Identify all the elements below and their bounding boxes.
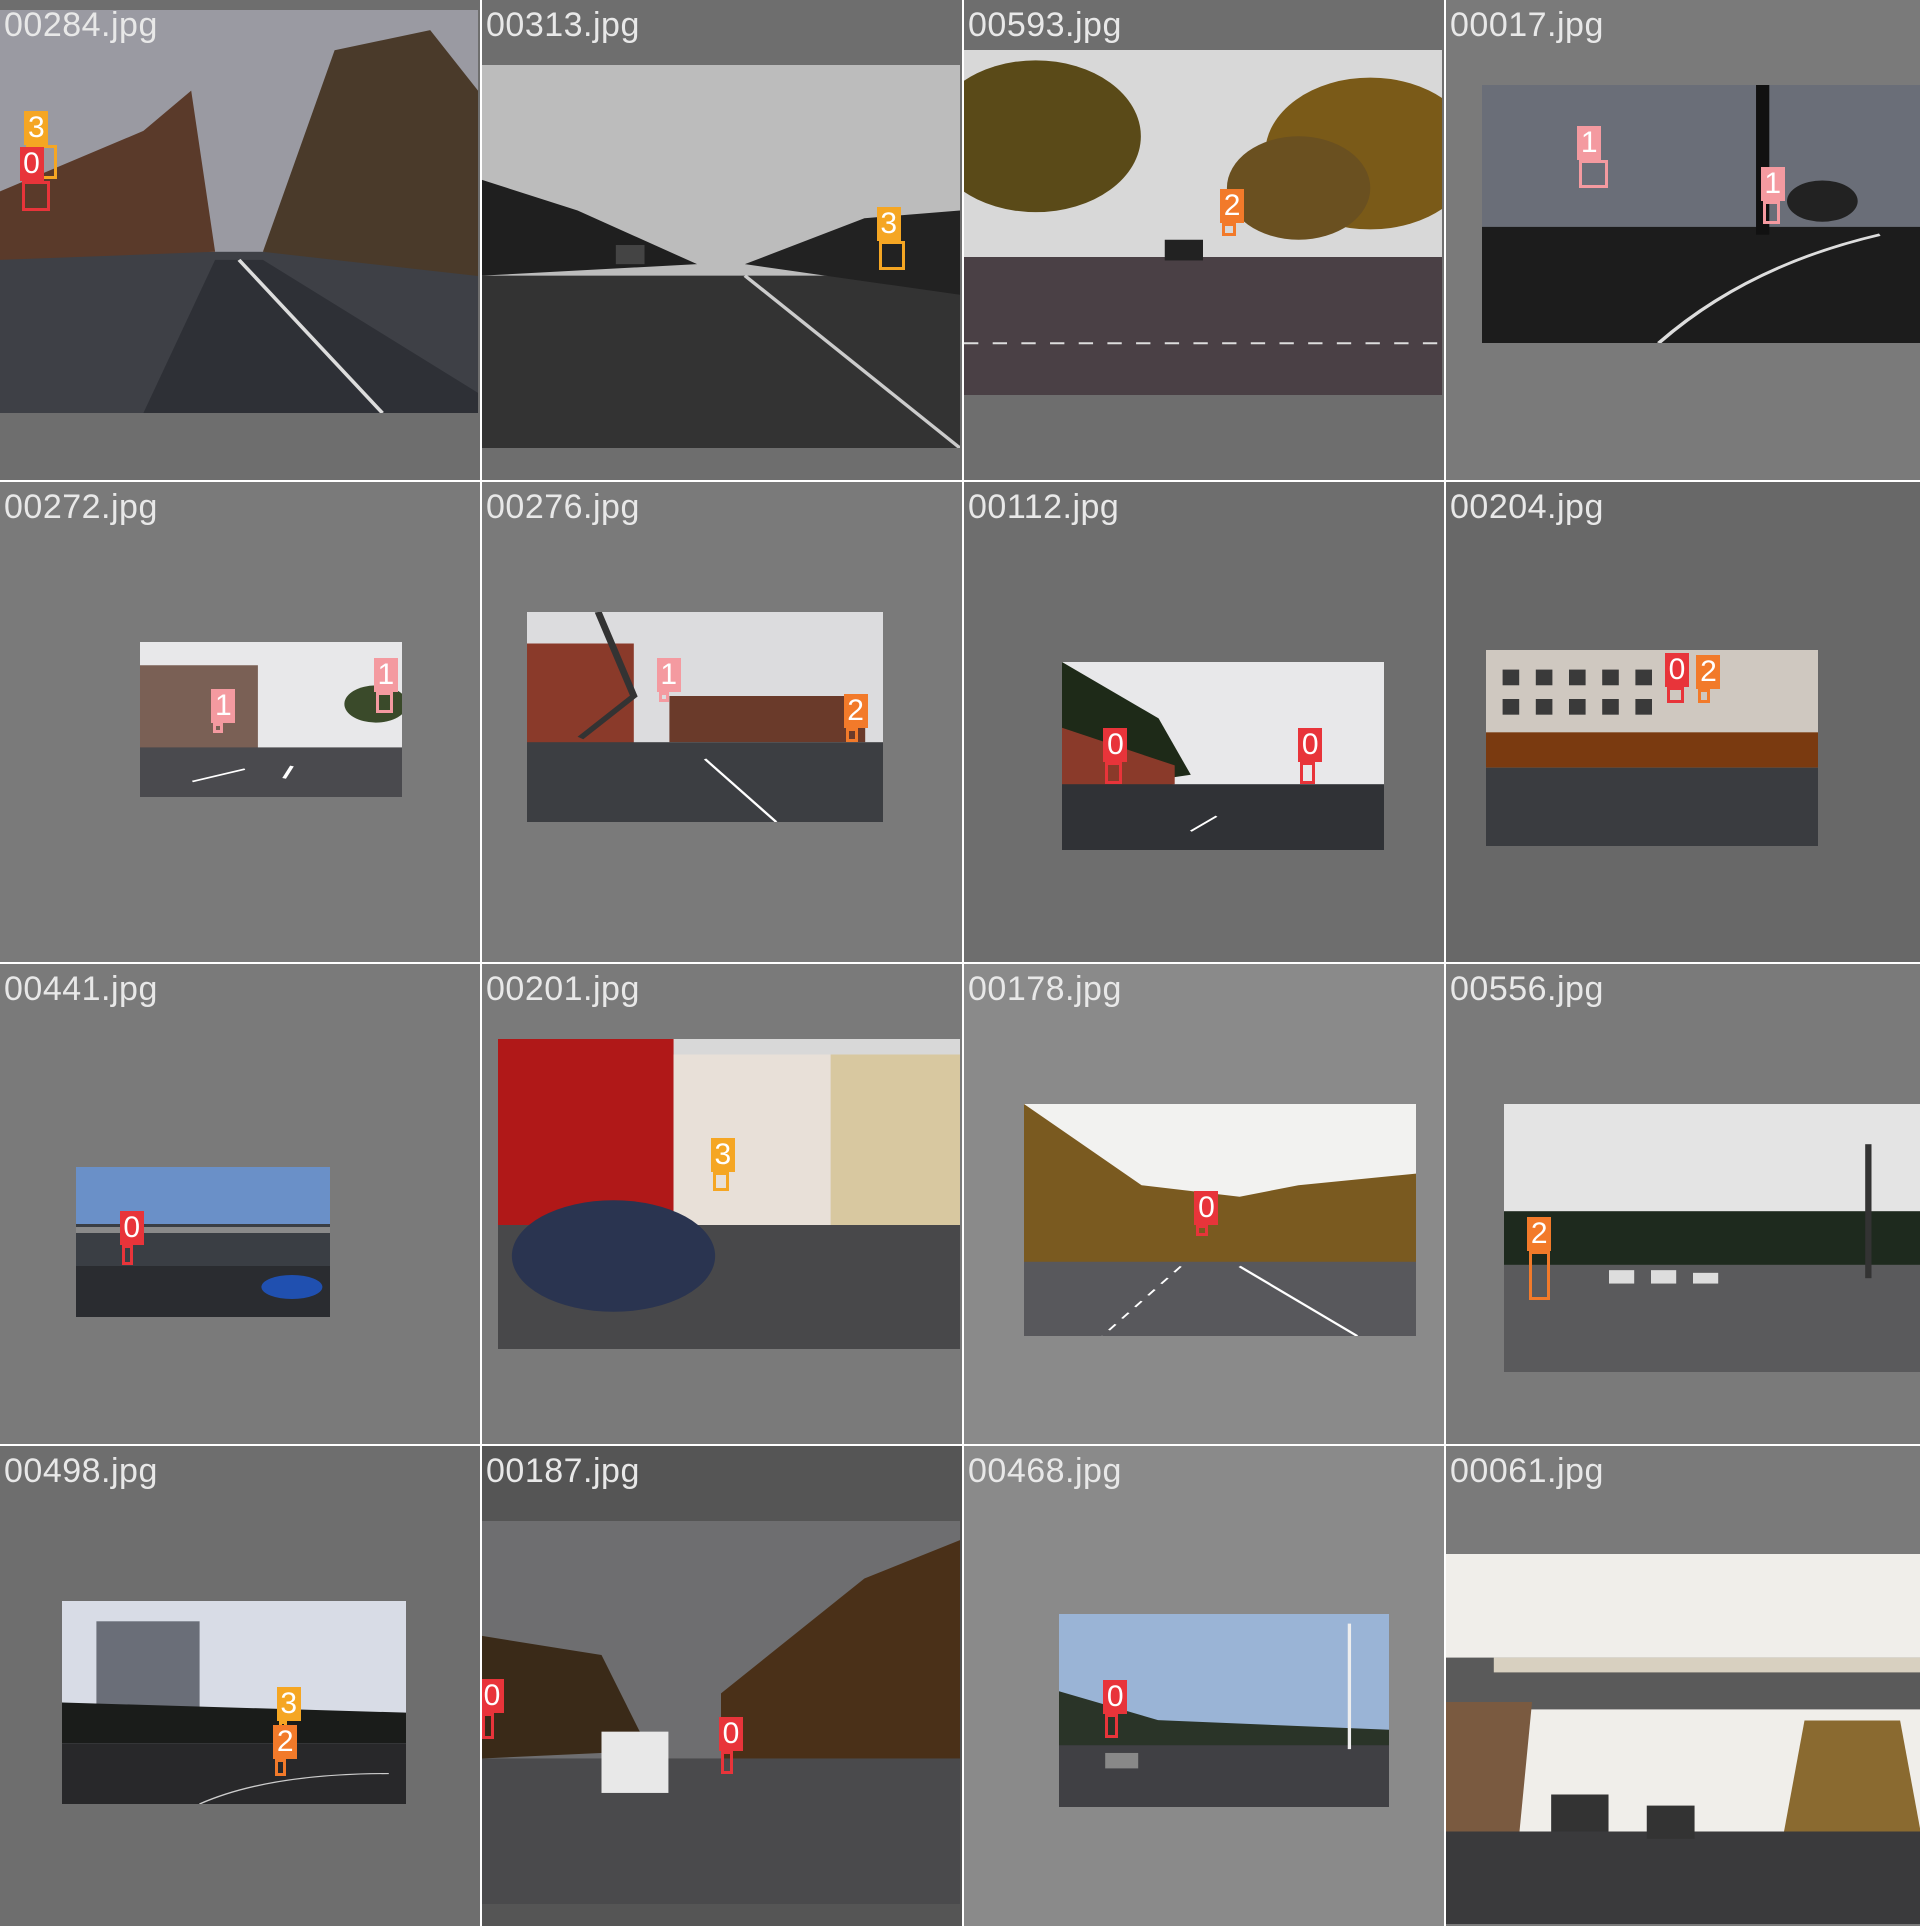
detection-box: 1 <box>211 688 236 734</box>
detection-class-label: 1 <box>211 688 236 723</box>
road-scene-photo: 2 <box>964 50 1442 395</box>
road-scene-photo: 3 <box>482 65 960 448</box>
image-tile: 00498.jpg 32 <box>0 1446 480 1926</box>
road-scene-photo: 11 <box>1482 85 1920 343</box>
detection-box: 2 <box>1696 655 1721 703</box>
detection-class-label: 3 <box>710 1138 735 1173</box>
detection-class-label: 0 <box>1298 727 1323 762</box>
detection-box: 1 <box>1577 125 1608 189</box>
road-scene-photo <box>1446 1554 1920 1924</box>
detection-class-label: 1 <box>656 657 681 692</box>
image-tile: 00112.jpg 00 <box>964 482 1444 962</box>
image-filename: 00204.jpg <box>1450 488 1604 526</box>
image-filename: 00276.jpg <box>486 488 640 526</box>
road-scene-photo: 0 <box>1059 1614 1389 1807</box>
image-filename: 00498.jpg <box>4 1452 158 1490</box>
detection-class-label: 0 <box>1103 727 1128 762</box>
image-filename: 00468.jpg <box>968 1452 1122 1490</box>
detection-class-label: 0 <box>19 147 44 182</box>
road-scene-photo: 00 <box>482 1521 960 1904</box>
image-filename: 00313.jpg <box>486 6 640 44</box>
detection-box: 0 <box>119 1211 144 1265</box>
image-filename: 00112.jpg <box>968 488 1120 526</box>
detection-box: 1 <box>373 657 398 714</box>
detection-class-label: 0 <box>1664 653 1689 688</box>
image-tile: 00017.jpg 11 <box>1446 0 1920 480</box>
image-filename: 00556.jpg <box>1450 970 1604 1008</box>
detection-box: 3 <box>876 207 906 270</box>
road-scene-photo: 12 <box>527 612 883 822</box>
image-tile: 00178.jpg 0 <box>964 964 1444 1444</box>
road-scene-photo: 11 <box>140 642 402 797</box>
image-filename: 00017.jpg <box>1450 6 1604 44</box>
road-scene-photo: 0 <box>76 1167 330 1317</box>
detection-class-label: 1 <box>373 657 398 692</box>
detection-box: 2 <box>1527 1217 1552 1300</box>
image-tile: 00556.jpg 2 <box>1446 964 1920 1444</box>
road-scene-photo: 2 <box>1504 1104 1920 1372</box>
image-filename: 00284.jpg <box>4 6 158 44</box>
road-scene-photo: 00 <box>1062 662 1384 850</box>
detection-box: 0 <box>1298 727 1323 785</box>
road-scene-photo: 0 <box>1024 1104 1416 1336</box>
detection-class-label: 2 <box>843 693 868 728</box>
detection-box: 2 <box>1220 188 1245 237</box>
detection-box: 1 <box>656 657 681 703</box>
detection-mosaic: 00284.jpg 3 0 00313.jpg 3 00593.jpg 2 00017.… <box>0 0 1920 1926</box>
image-tile: 00272.jpg 11 <box>0 482 480 962</box>
detection-class-label: 2 <box>1696 655 1721 690</box>
image-tile: 00284.jpg 30 <box>0 0 480 480</box>
detection-class-label: 0 <box>1103 1680 1128 1715</box>
image-tile: 00201.jpg 3 <box>482 964 962 1444</box>
image-tile: 00468.jpg 0 <box>964 1446 1444 1926</box>
detection-class-label: 0 <box>482 1678 504 1713</box>
road-scene-photo: 30 <box>0 10 478 413</box>
detection-class-label: 2 <box>273 1725 298 1760</box>
detection-class-label: 0 <box>719 1716 743 1751</box>
image-tile: 00061.jpg <box>1446 1446 1920 1926</box>
detection-class-label: 3 <box>24 111 49 145</box>
image-filename: 00178.jpg <box>968 970 1122 1008</box>
detection-class-label: 3 <box>876 207 901 242</box>
detection-box: 0 <box>719 1716 743 1774</box>
image-tile: 00593.jpg 2 <box>964 0 1444 480</box>
image-filename: 00061.jpg <box>1450 1452 1604 1490</box>
image-filename: 00201.jpg <box>486 970 640 1008</box>
road-scene-photo: 02 <box>1486 650 1818 846</box>
detection-class-label: 2 <box>1527 1217 1552 1252</box>
image-tile: 00276.jpg 12 <box>482 482 962 962</box>
image-filename: 00441.jpg <box>4 970 158 1008</box>
image-tile: 00313.jpg 3 <box>482 0 962 480</box>
detection-box: 0 <box>1194 1190 1219 1237</box>
image-tile: 00441.jpg 0 <box>0 964 480 1444</box>
detection-class-label: 1 <box>1577 125 1602 160</box>
detection-box: 0 <box>1103 1680 1128 1738</box>
detection-box: 0 <box>1664 653 1689 703</box>
road-scene-photo: 32 <box>62 1601 406 1804</box>
detection-class-label: 0 <box>1194 1190 1219 1225</box>
detection-class-label: 3 <box>276 1686 301 1721</box>
image-filename: 00187.jpg <box>486 1452 640 1490</box>
detection-class-label: 1 <box>1760 167 1785 202</box>
detection-box: 0 <box>19 147 51 212</box>
image-filename: 00593.jpg <box>968 6 1122 44</box>
detection-box: 0 <box>1103 727 1128 785</box>
detection-box: 2 <box>273 1725 298 1776</box>
road-scene-photo: 3 <box>498 1039 960 1349</box>
detection-box: 0 <box>482 1678 504 1740</box>
image-tile: 00187.jpg 00 <box>482 1446 962 1926</box>
detection-class-label: 0 <box>119 1211 144 1245</box>
detection-class-label: 2 <box>1220 188 1245 223</box>
image-filename: 00272.jpg <box>4 488 158 526</box>
detection-box: 3 <box>710 1138 735 1191</box>
detection-box: 2 <box>843 693 868 743</box>
detection-box: 1 <box>1760 167 1785 225</box>
image-tile: 00204.jpg 02 <box>1446 482 1920 962</box>
